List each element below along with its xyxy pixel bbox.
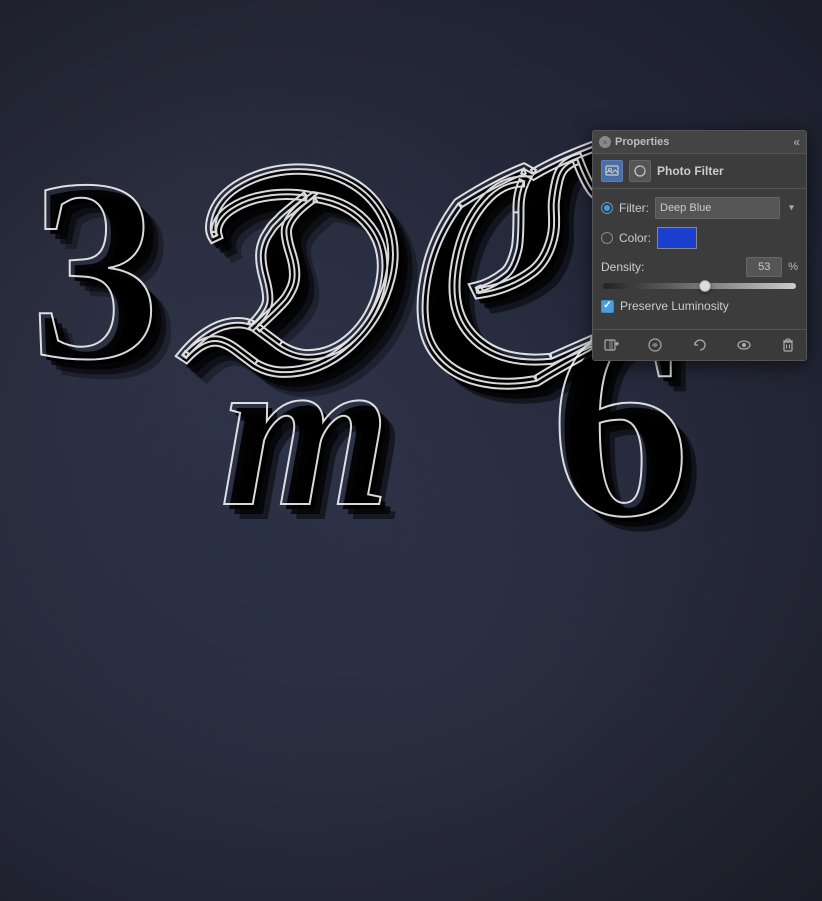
checkbox-checkmark: ✓: [603, 301, 611, 311]
filter-select-wrapper: Deep Blue Warming Filter (85) Warming Fi…: [655, 197, 798, 219]
art-char-m: m: [220, 320, 391, 540]
panel-icon-circle[interactable]: [629, 160, 651, 182]
panel-layer-name: Photo Filter: [657, 164, 798, 178]
panel-titlebar: × Properties «: [593, 131, 806, 154]
density-input[interactable]: [746, 257, 782, 277]
color-radio[interactable]: [601, 232, 613, 244]
panel-title: Properties: [615, 136, 669, 148]
panel-icon-photo[interactable]: [601, 160, 623, 182]
panel-collapse-button[interactable]: «: [793, 135, 800, 149]
preserve-luminosity-row: ✓ Preserve Luminosity: [601, 299, 798, 313]
properties-panel: × Properties « Photo Filter Filter:: [592, 130, 807, 361]
density-percent: %: [788, 261, 798, 273]
color-swatch[interactable]: [657, 227, 697, 249]
density-label: Density:: [601, 260, 649, 274]
panel-footer: [593, 329, 806, 360]
preserve-luminosity-label[interactable]: Preserve Luminosity: [620, 299, 729, 313]
fx-icon[interactable]: [645, 335, 665, 355]
filter-select[interactable]: Deep Blue Warming Filter (85) Warming Fi…: [655, 197, 780, 219]
refresh-icon[interactable]: [690, 335, 710, 355]
art-char-3: 3: [30, 140, 160, 400]
filter-row: Filter: Deep Blue Warming Filter (85) Wa…: [601, 197, 798, 219]
panel-body: Filter: Deep Blue Warming Filter (85) Wa…: [593, 189, 806, 329]
color-label: Color:: [619, 231, 651, 245]
density-slider-row: [601, 283, 798, 289]
preserve-luminosity-checkbox[interactable]: ✓: [601, 300, 614, 313]
density-row: Density: %: [601, 257, 798, 277]
filter-label: Filter:: [619, 201, 649, 215]
add-mask-icon[interactable]: [601, 335, 621, 355]
density-slider-thumb[interactable]: [699, 280, 711, 292]
eye-icon[interactable]: [734, 335, 754, 355]
color-row: Color:: [601, 227, 798, 249]
panel-header-row: Photo Filter: [593, 154, 806, 189]
density-slider-track[interactable]: [603, 283, 796, 289]
panel-close-button[interactable]: ×: [599, 136, 611, 148]
panel-title-left: × Properties: [599, 136, 669, 148]
filter-radio[interactable]: [601, 202, 613, 214]
delete-icon[interactable]: [778, 335, 798, 355]
